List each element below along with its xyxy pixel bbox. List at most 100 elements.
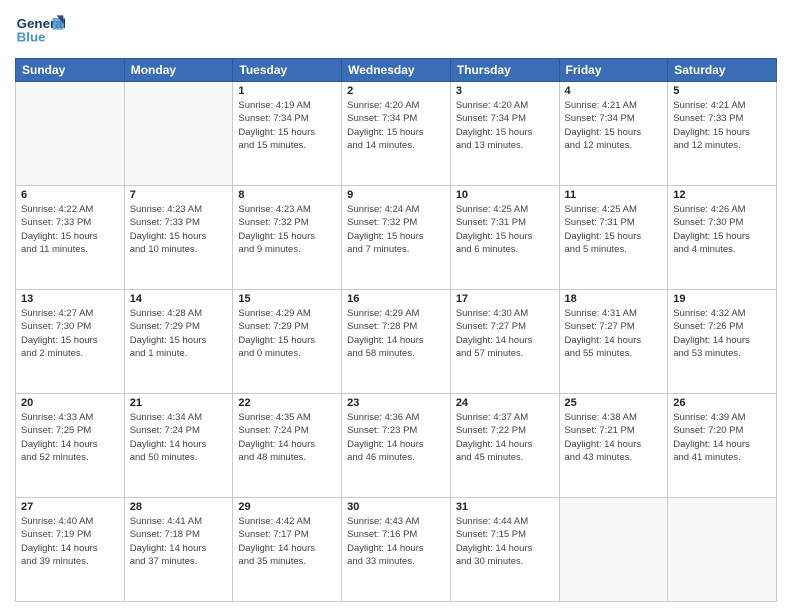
day-info: Sunrise: 4:19 AM Sunset: 7:34 PM Dayligh… bbox=[238, 99, 336, 152]
week-row-3: 13 Sunrise: 4:27 AM Sunset: 7:30 PM Dayli… bbox=[16, 290, 777, 394]
weekday-header-friday: Friday bbox=[559, 59, 668, 82]
weekday-header-sunday: Sunday bbox=[16, 59, 125, 82]
logo-icon: General Blue bbox=[15, 10, 65, 50]
day-info: Sunrise: 4:21 AM Sunset: 7:34 PM Dayligh… bbox=[565, 99, 663, 152]
day-cell: 20Sunrise: 4:33 AM Sunset: 7:25 PM Dayli… bbox=[16, 394, 125, 498]
weekday-header-wednesday: Wednesday bbox=[342, 59, 451, 82]
day-cell bbox=[559, 498, 668, 602]
day-number: 3 bbox=[456, 85, 554, 97]
day-cell: 19Sunrise: 4:32 AM Sunset: 7:26 PM Dayli… bbox=[668, 290, 777, 394]
day-cell: 29 Sunrise: 4:42 AM Sunset: 7:17 PM Dayli… bbox=[233, 498, 342, 602]
day-info: Sunrise: 4:20 AM Sunset: 7:34 PM Dayligh… bbox=[456, 99, 554, 152]
day-number: 23 bbox=[347, 397, 445, 409]
day-number: 21 bbox=[130, 397, 228, 409]
day-info: Sunrise: 4:23 AM Sunset: 7:32 PM Dayligh… bbox=[238, 203, 336, 256]
weekday-header-monday: Monday bbox=[124, 59, 233, 82]
day-info: Sunrise: 4:42 AM Sunset: 7:17 PM Dayligh… bbox=[238, 515, 336, 568]
day-info: Sunrise: 4:24 AM Sunset: 7:32 PM Dayligh… bbox=[347, 203, 445, 256]
day-cell: 25 Sunrise: 4:38 AM Sunset: 7:21 PM Dayli… bbox=[559, 394, 668, 498]
weekday-header-saturday: Saturday bbox=[668, 59, 777, 82]
day-cell: 22 Sunrise: 4:35 AM Sunset: 7:24 PM Dayli… bbox=[233, 394, 342, 498]
weekday-header-thursday: Thursday bbox=[450, 59, 559, 82]
calendar-table: SundayMondayTuesdayWednesdayThursdayFrid… bbox=[15, 58, 777, 602]
day-info: Sunrise: 4:25 AM Sunset: 7:31 PM Dayligh… bbox=[456, 203, 554, 256]
day-number: 4 bbox=[565, 85, 663, 97]
day-cell bbox=[16, 82, 125, 186]
day-info: Sunrise: 4:28 AM Sunset: 7:29 PM Dayligh… bbox=[130, 307, 228, 360]
day-number: 13 bbox=[21, 293, 119, 305]
day-cell: 2Sunrise: 4:20 AM Sunset: 7:34 PM Daylig… bbox=[342, 82, 451, 186]
day-info: Sunrise: 4:25 AM Sunset: 7:31 PM Dayligh… bbox=[565, 203, 663, 256]
day-number: 1 bbox=[238, 85, 336, 97]
day-cell: 15Sunrise: 4:29 AM Sunset: 7:29 PM Dayli… bbox=[233, 290, 342, 394]
day-cell: 10 Sunrise: 4:25 AM Sunset: 7:31 PM Dayli… bbox=[450, 186, 559, 290]
day-number: 6 bbox=[21, 189, 119, 201]
day-info: Sunrise: 4:21 AM Sunset: 7:33 PM Dayligh… bbox=[673, 99, 771, 152]
weekday-header-row: SundayMondayTuesdayWednesdayThursdayFrid… bbox=[16, 59, 777, 82]
svg-text:Blue: Blue bbox=[17, 29, 46, 44]
day-number: 8 bbox=[238, 189, 336, 201]
day-info: Sunrise: 4:33 AM Sunset: 7:25 PM Dayligh… bbox=[21, 411, 119, 464]
day-number: 22 bbox=[238, 397, 336, 409]
day-cell: 17 Sunrise: 4:30 AM Sunset: 7:27 PM Dayli… bbox=[450, 290, 559, 394]
day-number: 5 bbox=[673, 85, 771, 97]
day-number: 17 bbox=[456, 293, 554, 305]
day-cell: 18 Sunrise: 4:31 AM Sunset: 7:27 PM Dayli… bbox=[559, 290, 668, 394]
logo: General Blue bbox=[15, 10, 65, 50]
day-info: Sunrise: 4:35 AM Sunset: 7:24 PM Dayligh… bbox=[238, 411, 336, 464]
day-number: 25 bbox=[565, 397, 663, 409]
day-cell: 24 Sunrise: 4:37 AM Sunset: 7:22 PM Dayli… bbox=[450, 394, 559, 498]
day-number: 11 bbox=[565, 189, 663, 201]
day-number: 9 bbox=[347, 189, 445, 201]
day-cell: 27Sunrise: 4:40 AM Sunset: 7:19 PM Dayli… bbox=[16, 498, 125, 602]
day-cell: 16 Sunrise: 4:29 AM Sunset: 7:28 PM Dayli… bbox=[342, 290, 451, 394]
day-cell bbox=[124, 82, 233, 186]
day-cell: 31 Sunrise: 4:44 AM Sunset: 7:15 PM Dayli… bbox=[450, 498, 559, 602]
day-info: Sunrise: 4:38 AM Sunset: 7:21 PM Dayligh… bbox=[565, 411, 663, 464]
day-info: Sunrise: 4:31 AM Sunset: 7:27 PM Dayligh… bbox=[565, 307, 663, 360]
weekday-header-tuesday: Tuesday bbox=[233, 59, 342, 82]
day-info: Sunrise: 4:23 AM Sunset: 7:33 PM Dayligh… bbox=[130, 203, 228, 256]
day-info: Sunrise: 4:44 AM Sunset: 7:15 PM Dayligh… bbox=[456, 515, 554, 568]
page: General Blue SundayMondayTuesdayWednesda… bbox=[0, 0, 792, 612]
day-info: Sunrise: 4:27 AM Sunset: 7:30 PM Dayligh… bbox=[21, 307, 119, 360]
day-info: Sunrise: 4:29 AM Sunset: 7:29 PM Dayligh… bbox=[238, 307, 336, 360]
day-number: 14 bbox=[130, 293, 228, 305]
day-number: 31 bbox=[456, 501, 554, 513]
day-info: Sunrise: 4:37 AM Sunset: 7:22 PM Dayligh… bbox=[456, 411, 554, 464]
day-number: 26 bbox=[673, 397, 771, 409]
day-info: Sunrise: 4:26 AM Sunset: 7:30 PM Dayligh… bbox=[673, 203, 771, 256]
day-number: 16 bbox=[347, 293, 445, 305]
day-cell: 3 Sunrise: 4:20 AM Sunset: 7:34 PM Daylig… bbox=[450, 82, 559, 186]
day-cell: 14 Sunrise: 4:28 AM Sunset: 7:29 PM Dayli… bbox=[124, 290, 233, 394]
day-number: 18 bbox=[565, 293, 663, 305]
week-row-1: 1 Sunrise: 4:19 AM Sunset: 7:34 PM Daylig… bbox=[16, 82, 777, 186]
day-cell: 5 Sunrise: 4:21 AM Sunset: 7:33 PM Daylig… bbox=[668, 82, 777, 186]
day-number: 28 bbox=[130, 501, 228, 513]
day-number: 24 bbox=[456, 397, 554, 409]
day-number: 29 bbox=[238, 501, 336, 513]
day-number: 2 bbox=[347, 85, 445, 97]
day-cell: 30Sunrise: 4:43 AM Sunset: 7:16 PM Dayli… bbox=[342, 498, 451, 602]
day-info: Sunrise: 4:36 AM Sunset: 7:23 PM Dayligh… bbox=[347, 411, 445, 464]
day-number: 7 bbox=[130, 189, 228, 201]
day-info: Sunrise: 4:40 AM Sunset: 7:19 PM Dayligh… bbox=[21, 515, 119, 568]
day-cell: 11 Sunrise: 4:25 AM Sunset: 7:31 PM Dayli… bbox=[559, 186, 668, 290]
week-row-4: 20Sunrise: 4:33 AM Sunset: 7:25 PM Dayli… bbox=[16, 394, 777, 498]
day-info: Sunrise: 4:41 AM Sunset: 7:18 PM Dayligh… bbox=[130, 515, 228, 568]
day-cell: 1 Sunrise: 4:19 AM Sunset: 7:34 PM Daylig… bbox=[233, 82, 342, 186]
day-info: Sunrise: 4:30 AM Sunset: 7:27 PM Dayligh… bbox=[456, 307, 554, 360]
week-row-5: 27Sunrise: 4:40 AM Sunset: 7:19 PM Dayli… bbox=[16, 498, 777, 602]
day-cell: 9 Sunrise: 4:24 AM Sunset: 7:32 PM Daylig… bbox=[342, 186, 451, 290]
day-cell: 28 Sunrise: 4:41 AM Sunset: 7:18 PM Dayli… bbox=[124, 498, 233, 602]
day-number: 12 bbox=[673, 189, 771, 201]
day-cell: 26Sunrise: 4:39 AM Sunset: 7:20 PM Dayli… bbox=[668, 394, 777, 498]
day-number: 10 bbox=[456, 189, 554, 201]
day-cell: 21 Sunrise: 4:34 AM Sunset: 7:24 PM Dayli… bbox=[124, 394, 233, 498]
day-cell: 7 Sunrise: 4:23 AM Sunset: 7:33 PM Daylig… bbox=[124, 186, 233, 290]
day-cell: 4 Sunrise: 4:21 AM Sunset: 7:34 PM Daylig… bbox=[559, 82, 668, 186]
day-info: Sunrise: 4:34 AM Sunset: 7:24 PM Dayligh… bbox=[130, 411, 228, 464]
day-cell: 6Sunrise: 4:22 AM Sunset: 7:33 PM Daylig… bbox=[16, 186, 125, 290]
day-cell bbox=[668, 498, 777, 602]
day-info: Sunrise: 4:29 AM Sunset: 7:28 PM Dayligh… bbox=[347, 307, 445, 360]
